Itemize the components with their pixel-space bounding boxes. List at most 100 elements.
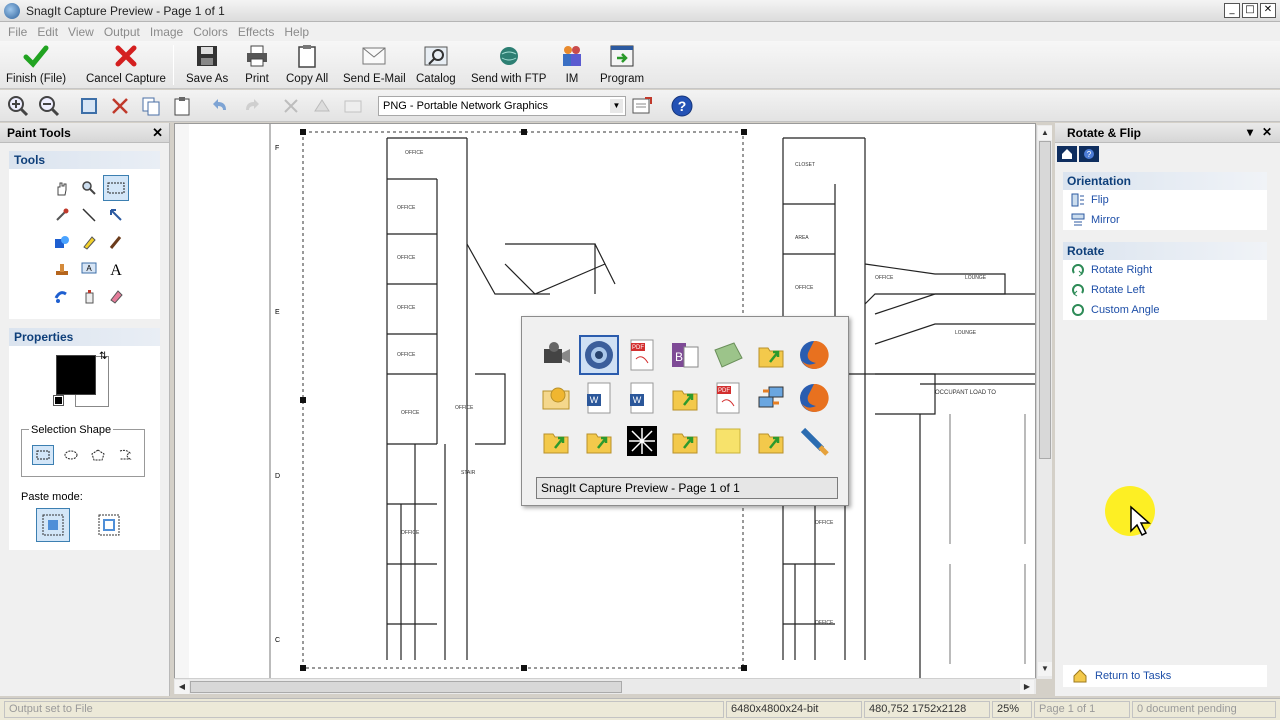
freehand-select-icon[interactable] xyxy=(114,445,136,465)
folder-arrow-icon-2[interactable] xyxy=(665,378,705,418)
word-document-icon-2[interactable]: W xyxy=(622,378,662,418)
outlook-icon[interactable] xyxy=(536,378,576,418)
menu-image[interactable]: Image xyxy=(145,25,188,39)
panel-dropdown-icon[interactable]: ▾ xyxy=(1247,125,1253,139)
selection-tool-icon[interactable] xyxy=(103,175,129,201)
delete-icon[interactable] xyxy=(279,94,303,118)
scroll-left-icon[interactable]: ◀ xyxy=(175,680,189,694)
starburst-icon[interactable] xyxy=(622,421,662,461)
paste-opaque-icon[interactable] xyxy=(36,508,70,542)
rotate-left-link[interactable]: Rotate Left xyxy=(1063,280,1267,300)
camcorder-app-icon[interactable] xyxy=(536,335,576,375)
pdf-document-icon[interactable]: PDF xyxy=(622,335,662,375)
copy-all-button[interactable]: Copy All xyxy=(286,43,328,87)
zoom-out-icon[interactable] xyxy=(37,94,61,118)
snagit-window-icon[interactable] xyxy=(579,335,619,375)
fill-color-swatch[interactable] xyxy=(56,355,96,395)
horizontal-scroll-thumb[interactable] xyxy=(190,681,622,693)
line-tool-icon[interactable] xyxy=(76,202,102,228)
shape-tool-icon[interactable] xyxy=(49,229,75,255)
word-document-icon[interactable]: W xyxy=(579,378,619,418)
help-icon[interactable]: ? xyxy=(670,94,694,118)
program-button[interactable]: Program xyxy=(600,43,644,87)
text-tool-icon[interactable]: A xyxy=(103,256,129,282)
paste-icon[interactable] xyxy=(170,94,194,118)
arrow-tool-icon[interactable] xyxy=(103,202,129,228)
menu-file[interactable]: File xyxy=(3,25,32,39)
folder-arrow-icon[interactable] xyxy=(751,335,791,375)
cancel-capture-button[interactable]: Cancel Capture xyxy=(86,43,166,87)
stamp-icon[interactable] xyxy=(49,256,75,282)
minimize-button[interactable]: _ xyxy=(1224,3,1240,18)
status-cursor-info: 480,752 1752x2128 xyxy=(864,701,990,718)
scroll-down-icon[interactable]: ▼ xyxy=(1038,662,1052,676)
swap-colors-icon[interactable]: ⇅ xyxy=(99,351,107,362)
folder-arrow-icon-3[interactable] xyxy=(536,421,576,461)
menu-colors[interactable]: Colors xyxy=(188,25,233,39)
catalog-button[interactable]: Catalog xyxy=(416,43,456,87)
periodic-table-icon[interactable]: B xyxy=(665,335,705,375)
horizontal-scrollbar[interactable]: ◀ ▶ xyxy=(174,678,1036,694)
vertical-scroll-thumb[interactable] xyxy=(1039,141,1051,459)
vertical-scrollbar[interactable]: ▲ ▼ xyxy=(1036,125,1052,679)
menu-effects[interactable]: Effects xyxy=(233,25,279,39)
zoom-tool-icon[interactable] xyxy=(76,175,102,201)
pen-icon[interactable] xyxy=(103,229,129,255)
eyedropper-icon[interactable] xyxy=(49,202,75,228)
mail-disabled-icon[interactable] xyxy=(341,94,365,118)
menu-view[interactable]: View xyxy=(63,25,99,39)
save-as-button[interactable]: Save As xyxy=(186,43,228,87)
highlighter-icon[interactable] xyxy=(76,229,102,255)
mirror-link[interactable]: Mirror xyxy=(1063,210,1267,230)
firefox-icon-2[interactable] xyxy=(794,378,834,418)
eraser-icon[interactable] xyxy=(103,283,129,309)
zoom-in-icon[interactable] xyxy=(6,94,30,118)
menu-output[interactable]: Output xyxy=(99,25,145,39)
network-connections-icon[interactable] xyxy=(751,378,791,418)
close-panel-icon[interactable]: ✕ xyxy=(152,125,163,141)
flood-fill-icon[interactable] xyxy=(49,283,75,309)
output-properties-icon[interactable] xyxy=(630,94,654,118)
return-to-tasks-link[interactable]: Return to Tasks xyxy=(1063,665,1267,687)
scroll-right-icon[interactable]: ▶ xyxy=(1020,680,1034,694)
eraser-disabled-icon[interactable] xyxy=(310,94,334,118)
redo-icon[interactable] xyxy=(240,94,264,118)
copy-icon[interactable] xyxy=(139,94,163,118)
folder-arrow-icon-6[interactable] xyxy=(751,421,791,461)
cut-icon[interactable] xyxy=(108,94,132,118)
maximize-button[interactable]: □ xyxy=(1242,3,1258,18)
menu-help[interactable]: Help xyxy=(279,25,314,39)
help-icon[interactable]: ? xyxy=(1079,146,1099,162)
custom-angle-link[interactable]: Custom Angle xyxy=(1063,300,1267,320)
hand-pan-icon[interactable] xyxy=(49,175,75,201)
im-button[interactable]: IM xyxy=(558,43,586,87)
green-paper-icon[interactable] xyxy=(708,335,748,375)
rectangle-select-icon[interactable] xyxy=(32,445,54,465)
close-button[interactable]: ✕ xyxy=(1260,3,1276,18)
menu-edit[interactable]: Edit xyxy=(32,25,63,39)
default-colors-icon[interactable] xyxy=(53,395,64,406)
pdf-document-icon-2[interactable]: PDF xyxy=(708,378,748,418)
paste-transparent-icon[interactable] xyxy=(92,508,126,542)
close-panel-icon[interactable]: ✕ xyxy=(1262,125,1272,139)
ellipse-select-icon[interactable] xyxy=(60,445,82,465)
send-email-button[interactable]: Send E-Mail xyxy=(343,43,406,87)
crop-icon[interactable] xyxy=(77,94,101,118)
spray-can-icon[interactable] xyxy=(76,283,102,309)
send-ftp-button[interactable]: Send with FTP xyxy=(471,43,546,87)
sticky-note-icon[interactable] xyxy=(708,421,748,461)
scroll-up-icon[interactable]: ▲ xyxy=(1038,126,1052,140)
pen-tablet-icon[interactable] xyxy=(794,421,834,461)
finish-file-button[interactable]: Finish (File) xyxy=(6,43,66,87)
home-icon[interactable] xyxy=(1057,146,1077,162)
firefox-icon[interactable] xyxy=(794,335,834,375)
polygon-select-icon[interactable] xyxy=(87,445,109,465)
print-button[interactable]: Print xyxy=(243,43,271,87)
output-format-select[interactable]: PNG - Portable Network Graphics ▼ xyxy=(378,96,626,116)
rotate-right-link[interactable]: Rotate Right xyxy=(1063,260,1267,280)
undo-icon[interactable] xyxy=(208,94,232,118)
folder-arrow-icon-4[interactable] xyxy=(579,421,619,461)
callout-icon[interactable]: A xyxy=(76,256,102,282)
flip-link[interactable]: Flip xyxy=(1063,190,1267,210)
folder-arrow-icon-5[interactable] xyxy=(665,421,705,461)
